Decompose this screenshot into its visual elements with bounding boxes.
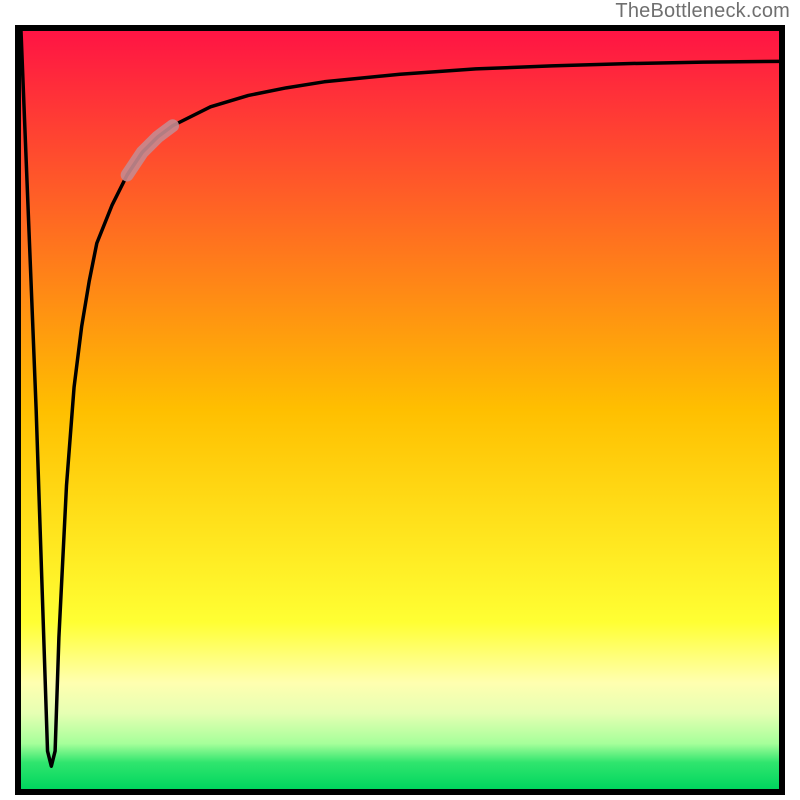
stage: TheBottleneck.com <box>0 0 800 800</box>
plot-frame <box>15 25 785 795</box>
gradient-background <box>21 31 779 789</box>
watermark-text: TheBottleneck.com <box>615 0 790 23</box>
bottleneck-chart <box>21 31 779 789</box>
